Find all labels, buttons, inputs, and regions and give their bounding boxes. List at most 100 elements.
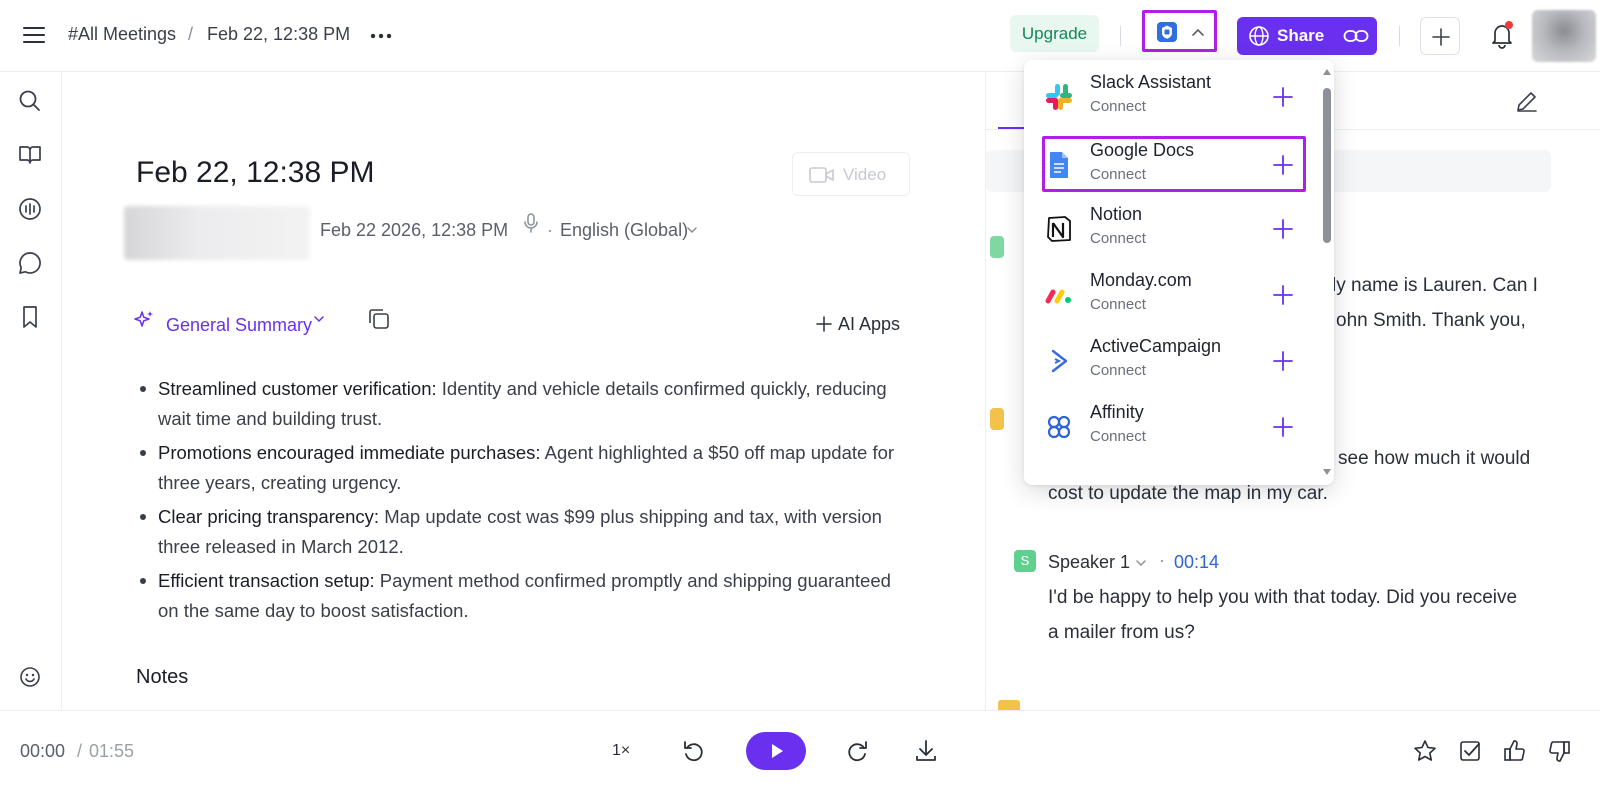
bullet-heading: Streamlined customer verification:	[158, 378, 437, 399]
summary-bullet: Efficient transaction setup: Payment met…	[136, 566, 896, 626]
add-integration-icon[interactable]	[1272, 350, 1294, 372]
speaker-row: S	[1014, 550, 1036, 573]
add-integration-icon[interactable]	[1272, 416, 1294, 438]
dropdown-scrollbar[interactable]	[1322, 68, 1332, 478]
page-title: Feb 22, 12:38 PM	[136, 156, 375, 189]
time-separator: /	[77, 741, 83, 761]
integration-item-notion[interactable]: Notion Connect	[1042, 200, 1306, 256]
divider	[1120, 26, 1121, 46]
add-button[interactable]	[1420, 17, 1460, 55]
copy-icon[interactable]	[366, 306, 392, 332]
speaker-initial-badge: S	[1014, 550, 1036, 573]
thumbs-down-icon[interactable]	[1546, 738, 1572, 764]
chevron-down-icon[interactable]	[686, 226, 698, 234]
integration-app-icon	[1157, 22, 1177, 42]
scroll-down-arrow-icon[interactable]	[1322, 468, 1332, 476]
plus-icon	[816, 316, 832, 332]
microphone-icon[interactable]	[523, 212, 539, 234]
bell-icon[interactable]	[1488, 20, 1516, 50]
integration-name: ActiveCampaign	[1090, 336, 1222, 356]
monday-icon	[1044, 280, 1074, 310]
integration-item-affinity[interactable]: Affinity Connect	[1042, 398, 1306, 454]
user-avatar[interactable]	[1532, 10, 1596, 62]
checkbox-icon[interactable]	[1457, 738, 1483, 764]
search-icon[interactable]	[17, 88, 43, 114]
transcript-line: ly name is Lauren. Can I	[1332, 275, 1538, 296]
activecampaign-icon	[1044, 346, 1074, 376]
book-icon[interactable]	[17, 142, 43, 168]
left-sidebar	[0, 72, 62, 710]
breadcrumb-separator: /	[188, 24, 194, 44]
slack-icon	[1044, 82, 1074, 112]
integration-name: Monday.com	[1090, 270, 1192, 290]
download-icon[interactable]	[913, 738, 939, 764]
globe-icon	[1248, 25, 1270, 47]
integration-status: Connect	[1090, 166, 1146, 183]
chevron-up-icon	[1191, 27, 1205, 37]
edit-pencil-icon[interactable]	[1514, 88, 1540, 114]
meta-dot: ·	[547, 220, 553, 240]
integration-status: Connect	[1090, 362, 1146, 379]
bullet-heading: Clear pricing transparency:	[158, 506, 380, 527]
main-content: Feb 22, 12:38 PM Video Feb 22 2026, 12:3…	[62, 72, 984, 710]
google-docs-icon	[1044, 150, 1074, 180]
bullet-heading: Promotions encouraged immediate purchase…	[158, 442, 541, 463]
integration-item-activecampaign[interactable]: ActiveCampaign Connect	[1042, 332, 1306, 388]
chevron-down-icon[interactable]	[313, 315, 325, 323]
integration-name: Slack Assistant	[1090, 72, 1212, 92]
speaker-name[interactable]: Speaker 1	[1048, 552, 1130, 573]
chat-icon[interactable]	[17, 250, 43, 276]
meeting-datetime: Feb 22 2026, 12:38 PM	[320, 220, 509, 240]
notes-heading: Notes	[136, 666, 189, 688]
play-button[interactable]	[746, 732, 806, 770]
add-integration-icon[interactable]	[1272, 86, 1294, 108]
share-button[interactable]: Share	[1237, 17, 1377, 55]
language-select[interactable]: English (Global)	[560, 220, 688, 241]
add-integration-icon[interactable]	[1272, 218, 1294, 240]
integration-status: Connect	[1090, 98, 1146, 115]
integration-name: Google Docs	[1090, 140, 1195, 160]
menu-icon[interactable]	[22, 24, 46, 46]
ai-apps-label: AI Apps	[838, 314, 901, 334]
summary-bullet: Streamlined customer verification: Ident…	[136, 374, 896, 434]
more-options-icon[interactable]	[370, 33, 392, 39]
fast-forward-icon[interactable]	[844, 738, 870, 764]
bookmark-icon[interactable]	[17, 304, 43, 330]
star-icon[interactable]	[1412, 738, 1438, 764]
transcript-line: see how much it would	[1338, 448, 1531, 469]
transcript-line: I'd be happy to help you with that today…	[1048, 587, 1518, 608]
speaker-badge	[990, 408, 1004, 430]
add-integration-icon[interactable]	[1272, 284, 1294, 306]
breadcrumb-current: Feb 22, 12:38 PM	[207, 24, 351, 44]
add-integration-icon[interactable]	[1272, 154, 1294, 176]
playback-speed[interactable]: 1×	[612, 742, 630, 760]
audio-icon[interactable]	[17, 196, 43, 222]
chevron-down-icon[interactable]	[1135, 559, 1147, 567]
sparkle-icon	[133, 309, 155, 331]
smiley-icon[interactable]	[17, 664, 43, 690]
thumbs-up-icon[interactable]	[1502, 738, 1528, 764]
bullet-heading: Efficient transaction setup:	[158, 570, 375, 591]
rewind-icon[interactable]	[681, 738, 707, 764]
video-button[interactable]: Video	[792, 152, 910, 196]
current-time: 00:00	[20, 741, 66, 761]
integration-item-slack[interactable]: Slack Assistant Connect	[1042, 68, 1306, 124]
integrations-button[interactable]	[1142, 10, 1217, 52]
notion-icon	[1044, 214, 1074, 244]
integration-status: Connect	[1090, 428, 1146, 445]
scrollbar-thumb[interactable]	[1323, 88, 1331, 243]
summary-template-select[interactable]: General Summary	[166, 315, 312, 336]
total-time: 01:55	[89, 741, 135, 761]
scroll-up-arrow-icon[interactable]	[1322, 68, 1332, 76]
summary-bullets: Streamlined customer verification: Ident…	[136, 374, 896, 630]
upgrade-button[interactable]: Upgrade	[1010, 15, 1099, 52]
integration-status: Connect	[1090, 296, 1146, 313]
integration-item-google-docs[interactable]: Google Docs Connect	[1042, 136, 1306, 192]
breadcrumb-all-meetings[interactable]: #All Meetings	[68, 24, 176, 45]
integration-item-monday[interactable]: Monday.com Connect	[1042, 266, 1306, 322]
owner-name-blurred	[124, 206, 310, 260]
ai-apps-button[interactable]: AI Apps	[806, 304, 918, 344]
transcript-line: ohn Smith. Thank you,	[1336, 310, 1526, 331]
link-icon[interactable]	[1343, 27, 1369, 45]
timestamp-link[interactable]: 00:14	[1174, 552, 1219, 573]
